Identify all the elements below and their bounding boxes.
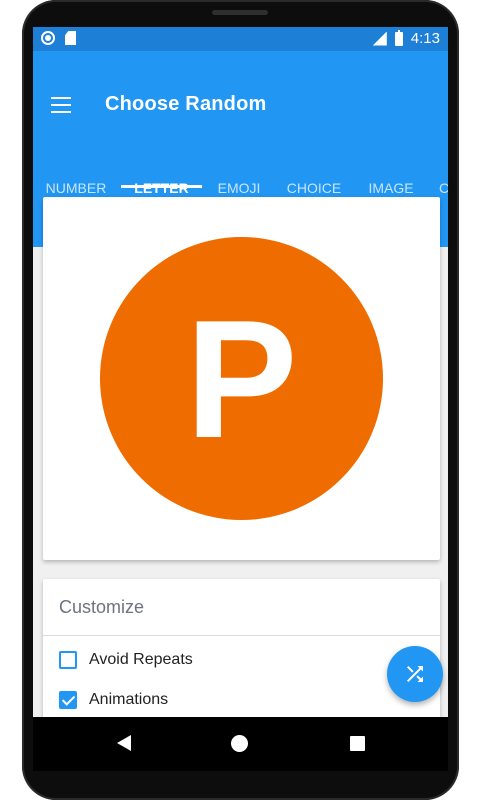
divider [43,635,440,636]
battery-icon [394,29,403,46]
letter-circle: P [100,237,383,520]
option-avoid-repeats[interactable]: Avoid Repeats [59,651,193,669]
shuffle-button[interactable] [387,646,443,702]
signal-icon: LTE [370,29,387,46]
status-time: 4:13 [410,30,440,47]
notification-circle-icon [41,31,55,45]
back-icon[interactable] [117,735,131,751]
option-label: Avoid Repeats [89,651,193,668]
status-bar: LTE 4:13 [33,27,448,51]
menu-icon[interactable] [51,97,71,113]
tab-indicator [121,185,202,188]
option-label: Animations [89,691,169,708]
home-icon[interactable] [231,735,248,752]
result-card: P [43,197,440,560]
avoid-repeats-checkbox[interactable] [59,651,77,669]
phone-speaker [212,10,268,15]
random-letter: P [185,284,298,473]
screen: LTE 4:13 Choose Random NUMBER LETTER EMO… [33,27,448,717]
app-title: Choose Random [105,93,267,115]
network-label: LTE [370,29,384,37]
option-animations[interactable]: Animations [59,691,168,709]
animations-checkbox[interactable] [59,691,77,709]
customize-title: Customize [59,597,145,617]
recents-icon[interactable] [350,736,365,751]
customize-card: Customize Avoid Repeats Animations [43,579,440,717]
phone-frame: LTE 4:13 Choose Random NUMBER LETTER EMO… [22,0,459,800]
sd-card-icon [65,31,76,45]
shuffle-icon [407,666,423,682]
navigation-bar [33,717,448,771]
